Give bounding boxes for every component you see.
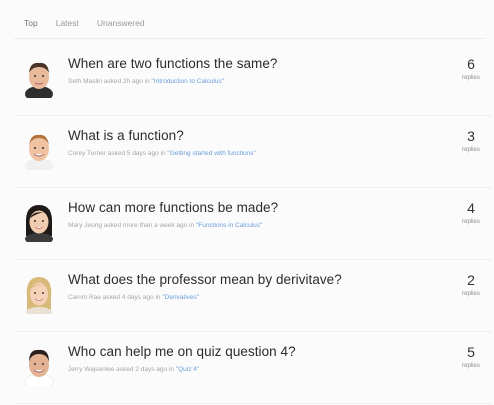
reply-count-block: 6 replies [454,56,488,81]
question-title[interactable]: What does the professor mean by derivita… [68,272,342,287]
reply-count: 4 [467,200,475,216]
reply-count-block: 4 replies [454,200,488,225]
question-title[interactable]: Who can help me on quiz question 4? [68,344,296,359]
reply-label: replies [462,219,480,225]
avatar-man-short-dark-hair-icon[interactable] [22,58,56,98]
reply-count: 3 [467,128,475,144]
reply-label: replies [462,291,480,297]
reply-count: 2 [467,272,475,288]
meta-text: asked more than a week ago in [103,222,195,229]
question-title[interactable]: What is a function? [68,128,184,143]
reply-count: 5 [467,344,475,360]
topic-link[interactable]: "Introduction to Calculus" [152,78,225,85]
reply-count-block: 3 replies [454,128,488,153]
question-meta: Camm Rae asked 4 days ago in "Derivative… [68,294,199,301]
topic-link[interactable]: "Getting started with functions" [167,150,255,157]
tabs-divider [14,38,486,39]
topic-link[interactable]: "Derivatives" [162,294,199,301]
question-row[interactable]: When are two functions the same? Seth Ma… [14,44,492,116]
author-name[interactable]: Jerry Wajsenlee [68,366,114,373]
meta-text: asked 2h ago in [103,78,150,85]
question-meta: Jerry Wajsenlee asked 2 days ago in "Qui… [68,366,199,373]
meta-text: asked 2 days ago in [116,366,174,373]
question-meta: Mary Jeong asked more than a week ago in… [68,222,262,229]
author-name[interactable]: Camm Rae [68,294,101,301]
meta-text: asked 5 days ago in [107,150,166,157]
reply-label: replies [462,363,480,369]
tab-latest[interactable]: Latest [56,18,79,28]
avatar-woman-blonde-hair-icon[interactable] [22,274,56,314]
forum-panel: Top Latest Unanswered When are two funct… [0,0,494,405]
avatar-man-dark-hair-icon[interactable] [22,346,56,386]
tab-unanswered[interactable]: Unanswered [97,18,145,28]
author-name[interactable]: Corey Turner [68,150,106,157]
topic-link[interactable]: "Quiz 4" [176,366,199,373]
author-name[interactable]: Mary Jeong [68,222,102,229]
question-row[interactable]: Who can help me on quiz question 4? Jerr… [14,332,492,404]
question-row[interactable]: What does the professor mean by derivita… [14,260,492,332]
question-title[interactable]: How can more functions be made? [68,200,278,215]
filter-tabs: Top Latest Unanswered [24,18,145,28]
reply-count: 6 [467,56,475,72]
topic-link[interactable]: "Functions in Calculus" [196,222,262,229]
question-meta: Seth Maslin asked 2h ago in "Introductio… [68,78,224,85]
question-row[interactable]: How can more functions be made? Mary Jeo… [14,188,492,260]
question-row[interactable]: What is a function? Corey Turner asked 5… [14,116,492,188]
avatar-man-ginger-hair-icon[interactable] [22,130,56,170]
author-name[interactable]: Seth Maslin [68,78,102,85]
reply-label: replies [462,75,480,81]
question-title[interactable]: When are two functions the same? [68,56,277,71]
meta-text: asked 4 days ago in [102,294,161,301]
reply-label: replies [462,147,480,153]
avatar-woman-dark-hair-icon[interactable] [22,202,56,242]
question-meta: Corey Turner asked 5 days ago in "Gettin… [68,150,256,157]
reply-count-block: 5 replies [454,344,488,369]
tab-top[interactable]: Top [24,18,38,28]
reply-count-block: 2 replies [454,272,488,297]
